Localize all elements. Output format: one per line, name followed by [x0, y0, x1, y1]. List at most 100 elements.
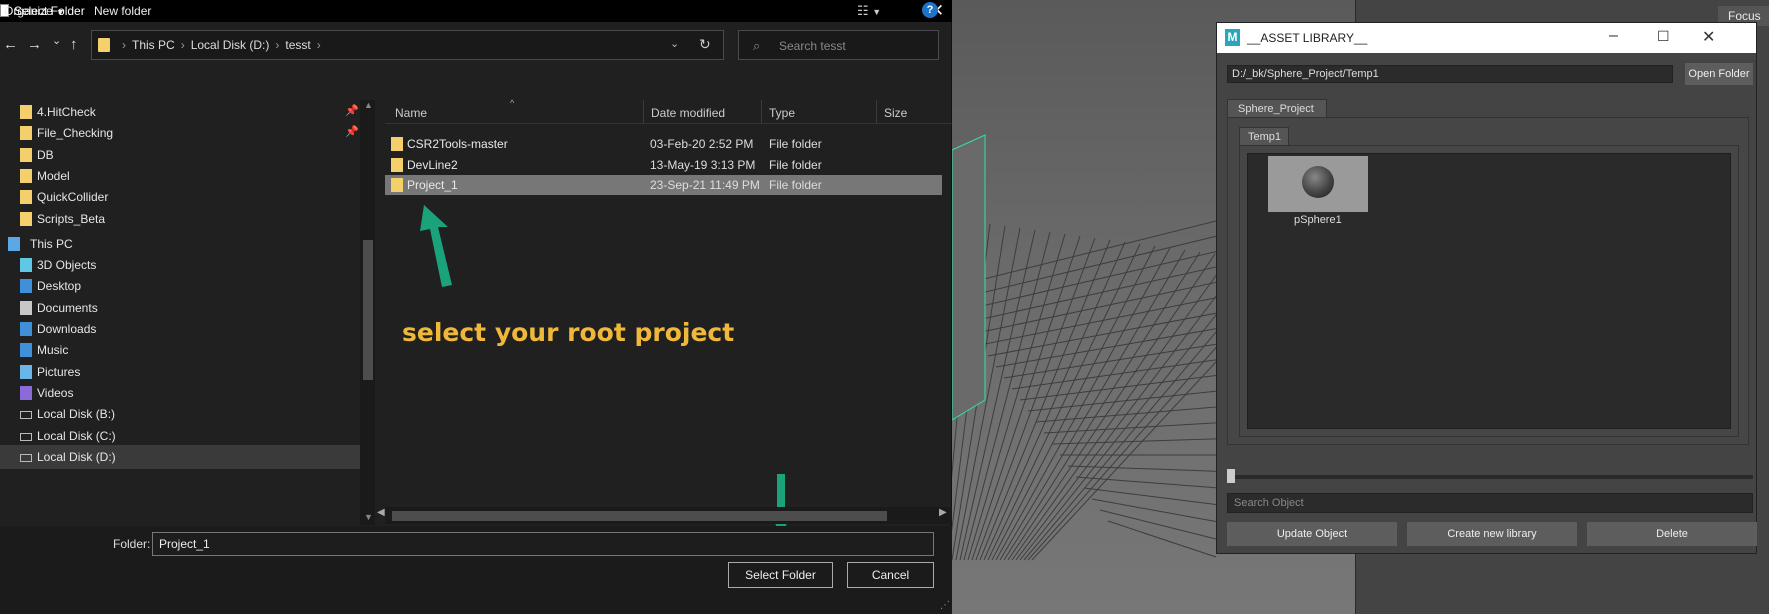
breadcrumb-separator[interactable]: › [317, 38, 321, 52]
update-object-button[interactable]: Update Object [1227, 522, 1397, 546]
column-type[interactable]: Type [769, 106, 795, 120]
sidebar-item-label: QuickCollider [37, 190, 109, 205]
documents-icon [20, 300, 32, 315]
back-arrow-icon[interactable]: ← [3, 36, 18, 53]
file-row[interactable]: Project_1 23-Sep-21 11:49 PM File folder [385, 175, 942, 195]
breadcrumb-this-pc[interactable]: This PC [132, 38, 175, 52]
sidebar-item-label: Downloads [37, 322, 97, 336]
breadcrumb-separator[interactable]: › [181, 38, 185, 52]
sidebar-item-label: Music [37, 343, 69, 358]
folder-icon [20, 190, 32, 205]
slider-handle[interactable] [1227, 469, 1235, 483]
annotation-arrow-up [420, 205, 452, 287]
3d-objects-icon [20, 258, 32, 273]
sidebar-item-label: Local Disk (D:) [37, 449, 116, 464]
file-type: File folder [769, 137, 822, 151]
folder-icon [20, 126, 32, 141]
pin-icon: 📌 [345, 105, 359, 117]
sidebar-item-label: Pictures [37, 364, 81, 379]
chevron-down-icon[interactable]: ⌄ [670, 37, 679, 50]
organize-label: Organize [4, 4, 53, 18]
close-icon[interactable]: ✕ [1702, 27, 1715, 47]
drive-icon [20, 411, 32, 420]
asset-library-titlebar[interactable]: M __ASSET LIBRARY__ – ☐ ✕ [1217, 23, 1756, 53]
folder-icon [20, 147, 32, 162]
sidebar-item-label: Local Disk (B:) [37, 407, 116, 422]
sidebar-item-label: This PC [30, 236, 73, 251]
folder-icon [98, 38, 110, 52]
sidebar-item-label: Model [37, 168, 70, 183]
breadcrumb-separator[interactable]: › [275, 38, 279, 52]
column-divider[interactable] [876, 100, 877, 124]
annotation-text: select your root project [402, 318, 735, 347]
cancel-button[interactable]: Cancel [847, 562, 934, 588]
file-type: File folder [769, 157, 822, 172]
sidebar-item[interactable]: Local Disk (D:) [0, 444, 360, 469]
open-folder-button[interactable]: Open Folder [1685, 63, 1753, 85]
create-new-library-button[interactable]: Create new library [1407, 522, 1577, 546]
search-input[interactable]: ⌕ Search tesst [738, 30, 939, 60]
refresh-icon[interactable]: ↻ [699, 36, 711, 53]
view-options-icon[interactable]: ☷ ▼ [857, 3, 881, 19]
sidebar-item[interactable]: Scripts_Beta [0, 207, 360, 231]
thumbnail-size-slider[interactable] [1227, 475, 1753, 479]
sphere-preview-icon [1302, 166, 1334, 198]
delete-button[interactable]: Delete [1587, 522, 1757, 546]
breadcrumb-local-disk-d[interactable]: Local Disk (D:) [191, 38, 270, 52]
organize-menu[interactable]: Organize ▼ [4, 4, 65, 18]
folder-label: Folder: [113, 537, 151, 551]
maximize-icon[interactable]: ☐ [1657, 28, 1670, 45]
column-name[interactable]: Name [395, 106, 427, 120]
downloads-icon [20, 322, 32, 336]
help-icon[interactable]: ? [922, 2, 938, 18]
column-date-modified[interactable]: Date modified [651, 106, 725, 120]
drive-icon [20, 453, 32, 462]
tab-sphere-project[interactable]: Sphere_Project [1227, 99, 1327, 117]
search-placeholder: Search tesst [779, 39, 846, 53]
asset-grid: pSphere1 [1247, 153, 1731, 429]
column-divider[interactable] [643, 100, 644, 124]
file-row[interactable]: DevLine2 13-May-19 3:13 PM File folder [385, 155, 942, 175]
file-date: 23-Sep-21 11:49 PM [650, 178, 760, 192]
file-name: Project_1 [407, 178, 458, 192]
scroll-right-icon[interactable]: ▶ [939, 507, 947, 518]
sidebar-item-label: Documents [37, 300, 98, 315]
history-dropdown-icon[interactable]: ⌄ [52, 34, 61, 47]
search-object-input[interactable]: Search Object [1227, 493, 1753, 513]
library-path-field[interactable]: D:/_bk/Sphere_Project/Temp1 [1227, 65, 1673, 83]
sidebar-item-label: Videos [37, 385, 74, 400]
file-row[interactable]: CSR2Tools-master 03-Feb-20 2:52 PM File fo… [385, 134, 942, 154]
folder-icon [20, 211, 32, 226]
pc-icon [8, 236, 20, 251]
new-folder-button[interactable]: New folder [94, 4, 151, 18]
address-bar[interactable]: › This PC › Local Disk (D:) › tesst › ⌄ ↻ [91, 30, 724, 60]
column-size[interactable]: Size [884, 106, 907, 120]
forward-arrow-icon[interactable]: → [27, 36, 42, 53]
select-folder-button[interactable]: Select Folder [728, 562, 833, 588]
folder-icon [391, 178, 403, 192]
file-name: CSR2Tools-master [407, 137, 508, 151]
tab-temp1[interactable]: Temp1 [1239, 127, 1289, 145]
nav-scrollbar-thumb[interactable] [363, 240, 373, 380]
asset-library-title: __ASSET LIBRARY__ [1247, 31, 1368, 45]
resize-grip-icon[interactable]: ⋰ [940, 600, 950, 611]
up-arrow-icon[interactable]: ↑ [70, 36, 78, 53]
folder-name-field[interactable]: Project_1 [152, 532, 934, 556]
scroll-up-icon[interactable]: ▲ [364, 100, 373, 110]
scroll-left-icon[interactable]: ◀ [377, 507, 385, 518]
horizontal-scrollbar-thumb[interactable] [392, 511, 887, 521]
scroll-down-icon[interactable]: ▼ [364, 512, 373, 522]
chevron-down-icon: ▼ [56, 7, 65, 17]
sidebar-item-label: File_Checking [37, 126, 114, 141]
navigation-pane: 4.HitCheck 📌 File_Checking 📌 DB Model QuickCol… [0, 100, 376, 525]
column-divider[interactable] [761, 100, 762, 124]
breadcrumb: › This PC › Local Disk (D:) › tesst › [116, 38, 327, 52]
select-folder-dialog: Select Folder ✕ ← → ⌄ ↑ ›This PC›Local D… [0, 0, 952, 614]
asset-name: pSphere1 [1294, 214, 1342, 226]
maya-logo-icon: M [1225, 29, 1240, 46]
pictures-icon [20, 364, 32, 379]
breadcrumb-tesst[interactable]: tesst [285, 38, 310, 52]
minimize-icon[interactable]: – [1609, 27, 1618, 45]
folder-icon [391, 137, 403, 151]
pin-icon: 📌 [345, 126, 359, 139]
